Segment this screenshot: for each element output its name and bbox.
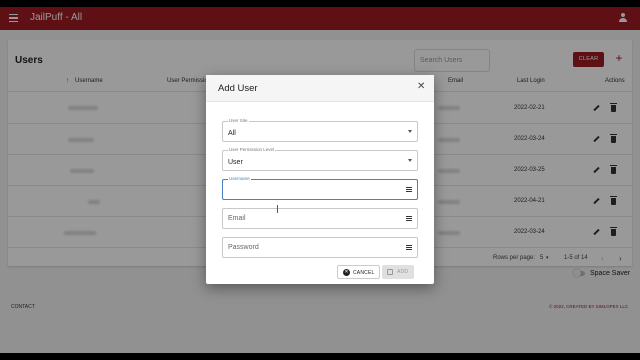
screen: JailPuff - All Users Search Users CLEAR …	[0, 0, 640, 360]
email-input[interactable]: Email	[222, 208, 418, 229]
dialog-title: Add User	[218, 83, 258, 94]
field-label: User Permission Level	[228, 147, 276, 153]
dropdown-caret-icon	[408, 130, 412, 133]
autofill-key-icon[interactable]	[406, 245, 412, 250]
dialog-header: Add User ✕	[206, 75, 434, 102]
add-label: ADD	[397, 269, 409, 275]
dropdown-caret-icon	[408, 159, 412, 162]
field-value: User	[228, 159, 243, 166]
cancel-label: CANCEL	[353, 270, 375, 276]
autofill-key-icon[interactable]	[406, 216, 412, 221]
field-placeholder: Password	[228, 244, 259, 251]
field-label: Username	[228, 176, 251, 182]
save-icon	[387, 269, 393, 275]
autofill-key-icon[interactable]	[406, 187, 412, 192]
permission-level-select[interactable]: User Permission Level User	[222, 147, 418, 171]
add-button[interactable]: ADD	[382, 265, 414, 279]
mouse-text-cursor	[277, 205, 278, 213]
user-site-select[interactable]: User Site All	[222, 118, 418, 142]
close-icon[interactable]: ✕	[417, 82, 425, 92]
field-value: All	[228, 130, 236, 137]
username-input[interactable]: Username	[222, 176, 418, 200]
add-user-dialog: Add User ✕ User Site All User Permission…	[206, 75, 434, 284]
field-placeholder: Email	[228, 215, 246, 222]
password-input[interactable]: Password	[222, 237, 418, 258]
cancel-icon: ✕	[343, 269, 350, 276]
field-label: User Site	[228, 118, 249, 124]
cancel-button[interactable]: ✕ CANCEL	[337, 265, 380, 279]
app-window: JailPuff - All Users Search Users CLEAR …	[0, 7, 640, 353]
